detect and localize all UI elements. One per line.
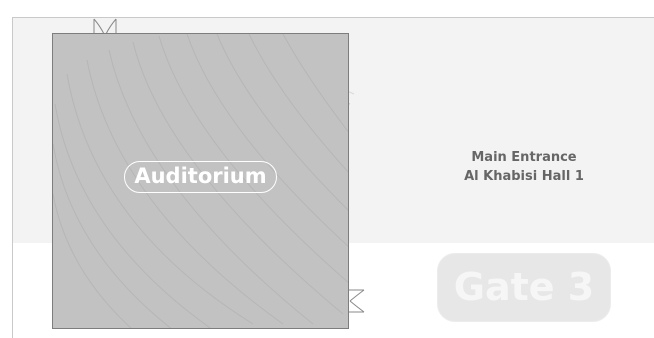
main-entrance-label[interactable]: Main Entrance Al Khabisi Hall 1 <box>424 148 624 186</box>
hall-name: Al Khabisi Hall 1 <box>464 169 584 184</box>
door-swing-icon <box>349 289 365 313</box>
auditorium-room[interactable]: Auditorium <box>52 33 349 329</box>
wall-segment <box>12 242 13 338</box>
floor-plan-map: Auditorium Main Entrance Al Khabisi Hall… <box>0 0 654 338</box>
auditorium-label[interactable]: Auditorium <box>124 161 277 193</box>
entrance-name: Main Entrance <box>471 150 577 165</box>
gate-label[interactable]: Gate 3 <box>437 253 611 322</box>
